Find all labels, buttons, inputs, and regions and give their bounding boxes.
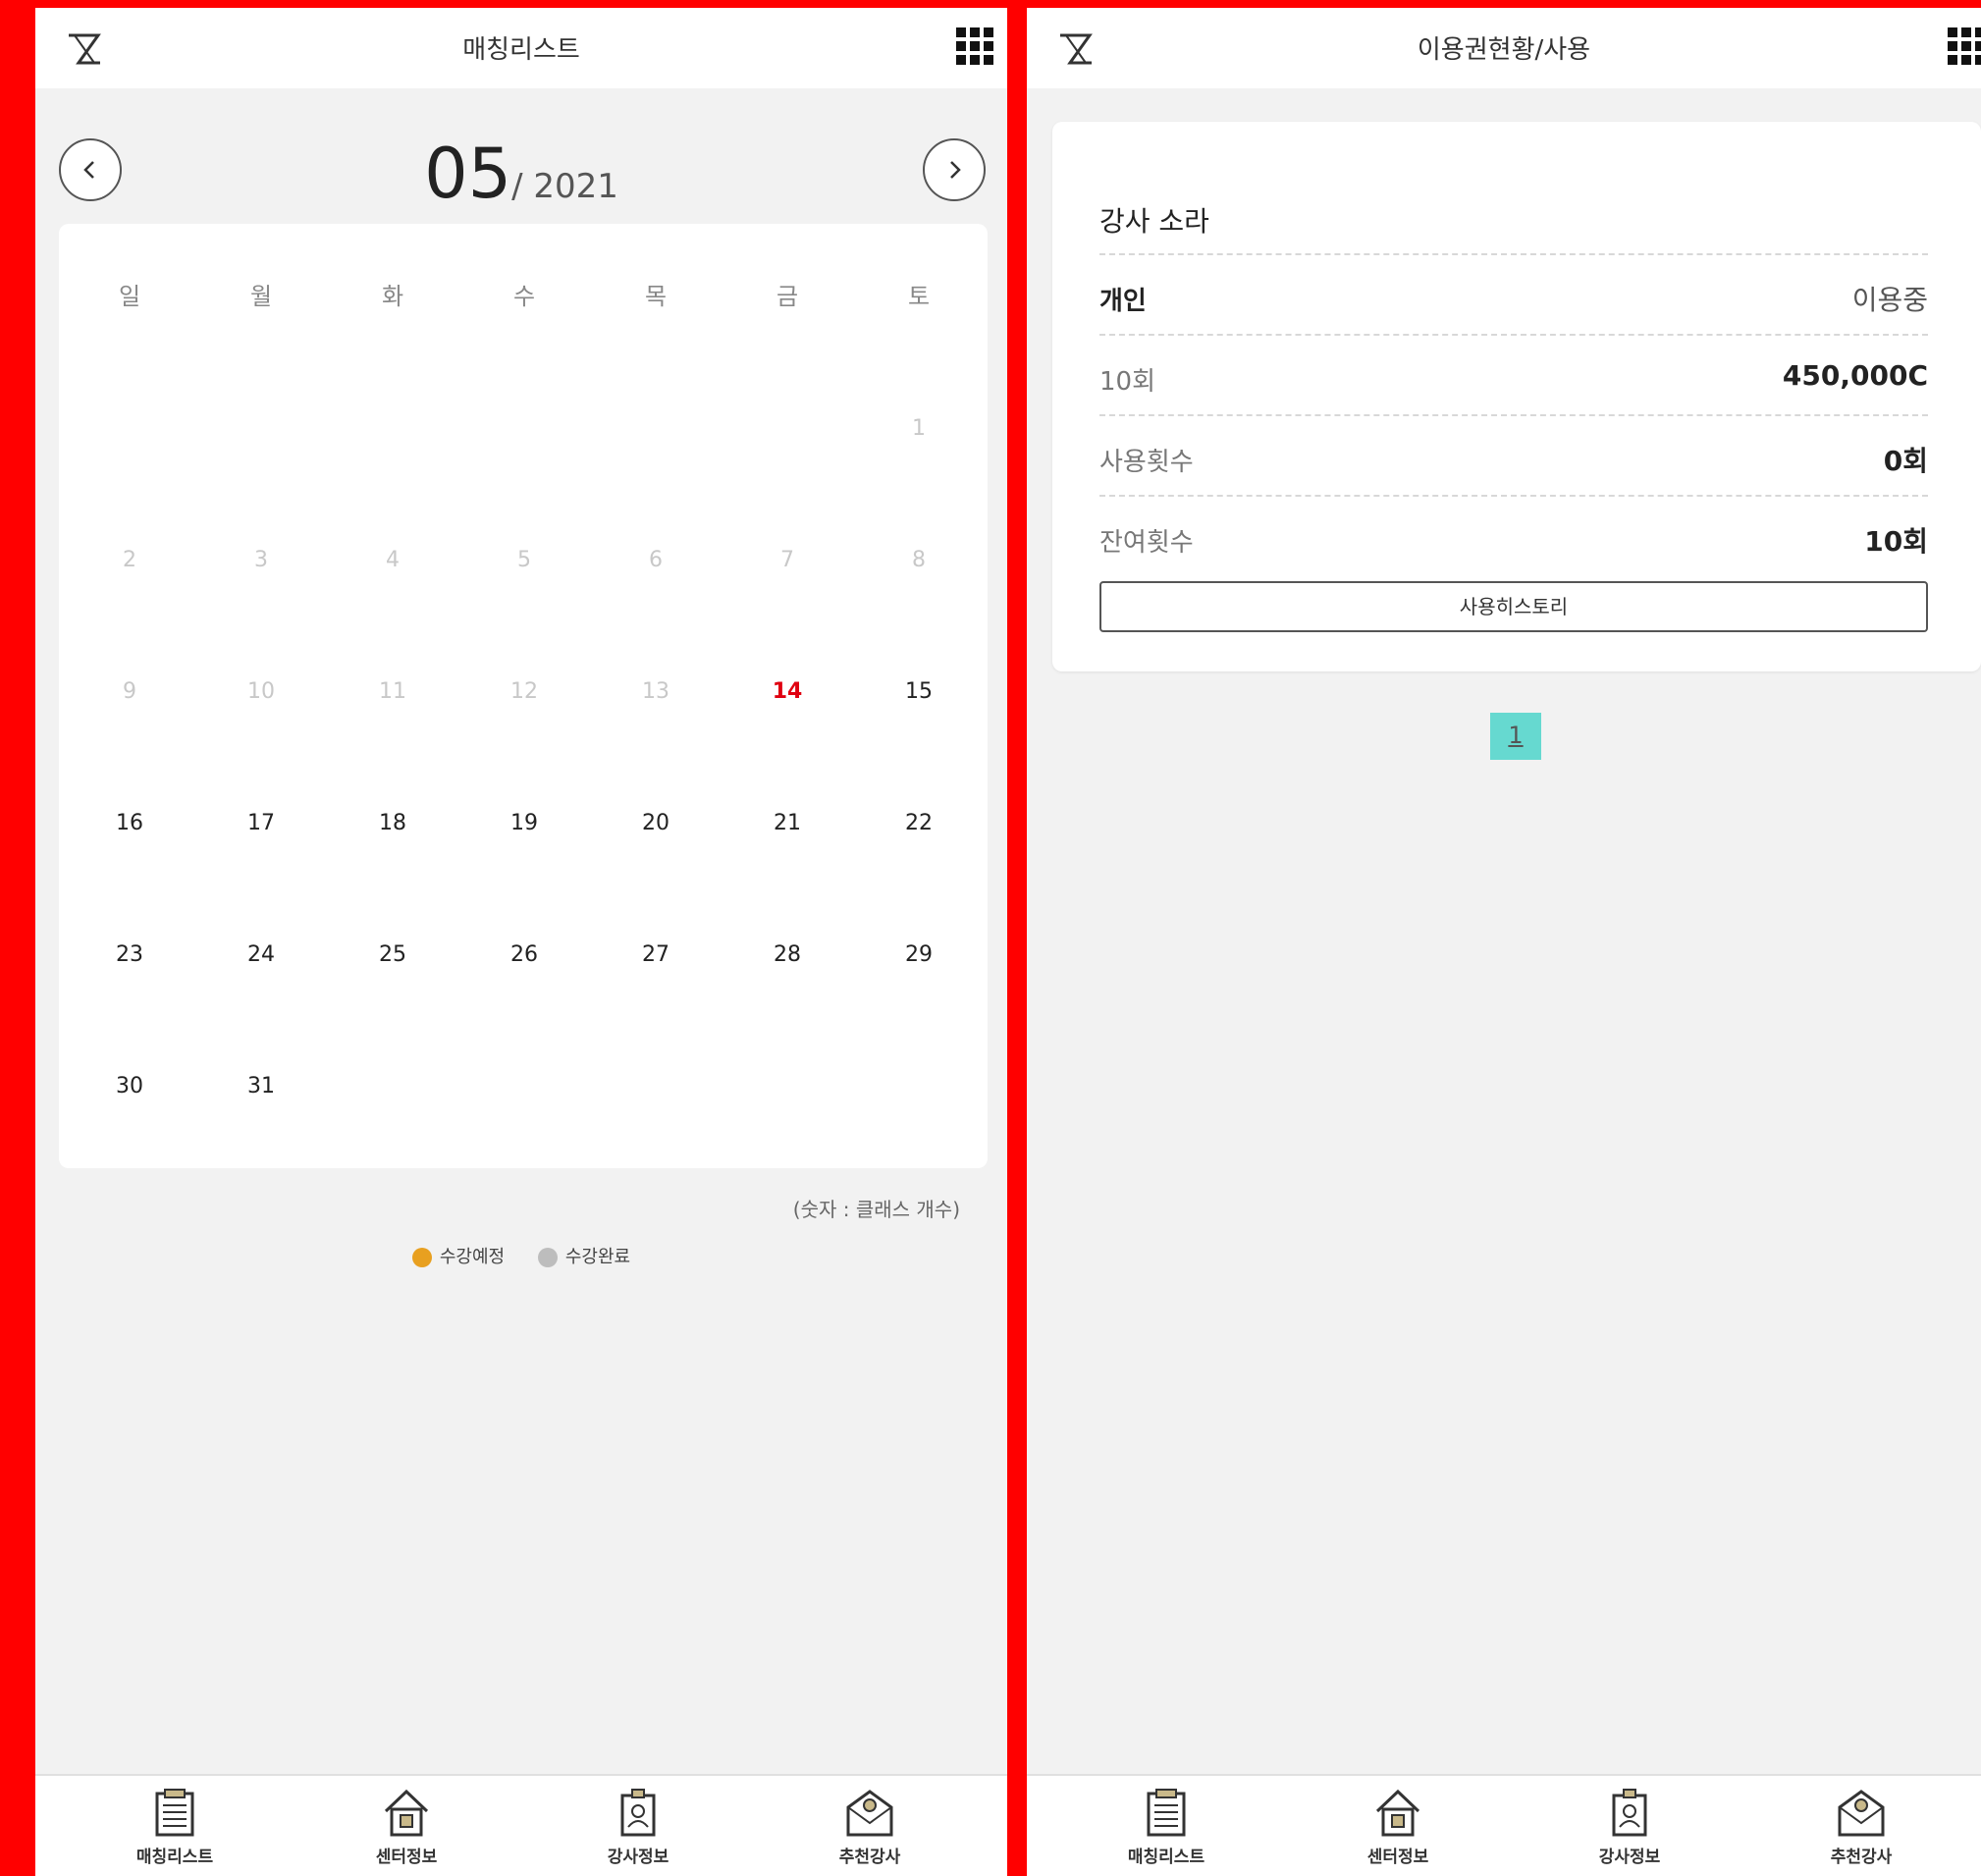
calendar-day[interactable]: 28 xyxy=(722,942,853,967)
pagination-page-1[interactable]: 1 xyxy=(1490,713,1541,760)
voucher-state: 이용중 xyxy=(1851,284,1928,316)
weekday-label: 월 xyxy=(249,283,273,310)
weekday-label: 금 xyxy=(776,283,799,310)
page-title: 매칭리스트 xyxy=(462,35,580,65)
completed-dot-icon xyxy=(537,1248,558,1267)
nav-instructor-info[interactable]: 강사정보 xyxy=(1551,1788,1708,1867)
weekday-header: 일월화수목금토 xyxy=(59,277,988,316)
clipboard-icon xyxy=(1147,1789,1186,1837)
voucher-type: 개인 xyxy=(1099,287,1147,316)
id-badge-icon xyxy=(620,1789,656,1837)
calendar-week: 16 17 18 19 20 21 22 xyxy=(59,811,988,850)
header: 매칭리스트 xyxy=(35,8,1007,88)
month-label: 05 xyxy=(424,134,512,214)
nav-matching-list[interactable]: 매칭리스트 xyxy=(96,1788,253,1867)
calendar-week: 9 10 11 12 13 14 15 xyxy=(59,679,988,719)
calendar-day[interactable]: 3 xyxy=(195,548,327,572)
year-label: / 2021 xyxy=(511,167,618,206)
instructor-name: 강사 소라 xyxy=(1099,205,1209,238)
nav-recommended-instructor[interactable]: 추천강사 xyxy=(1783,1788,1940,1867)
calendar-day[interactable]: 1 xyxy=(853,416,985,441)
calendar-day[interactable]: 5 xyxy=(458,548,590,572)
calendar-day[interactable]: 20 xyxy=(590,811,722,835)
clipboard-icon xyxy=(155,1789,194,1837)
calendar-day[interactable]: 9 xyxy=(64,679,195,704)
next-month-button[interactable] xyxy=(923,138,986,201)
calendar-day[interactable]: 17 xyxy=(195,811,327,835)
calendar-day[interactable]: 22 xyxy=(853,811,985,835)
weekday-label: 토 xyxy=(907,283,931,310)
calendar-day[interactable]: 7 xyxy=(722,548,853,572)
remaining-count-row: 잔여횟수 10회 xyxy=(1099,495,1928,575)
calendar-week: 30 31 xyxy=(59,1074,988,1113)
house-icon xyxy=(1375,1789,1420,1837)
nav-center-info[interactable]: 센터정보 xyxy=(328,1788,485,1867)
envelope-icon xyxy=(846,1790,893,1837)
calendar-day[interactable]: 15 xyxy=(853,679,985,704)
calendar-day[interactable]: 10 xyxy=(195,679,327,704)
calendar-day[interactable]: 2 xyxy=(64,548,195,572)
legend-item-completed: 수강완료 xyxy=(537,1243,630,1268)
calendar-day[interactable]: 18 xyxy=(327,811,458,835)
calendar-grid: 일 월 화 수 목 금 토 1 2 3 4 5 6 7 8 9 10 11 12 13 14 15 16 17 18 19 20 21… xyxy=(59,224,988,1168)
used-count-row: 사용횟수 0회 xyxy=(1099,414,1928,495)
calendar-day[interactable]: 21 xyxy=(722,811,853,835)
calendar-week: 1 xyxy=(59,416,988,456)
weekday-label: 목 xyxy=(644,283,668,310)
nav-matching-list[interactable]: 매칭리스트 xyxy=(1088,1788,1245,1867)
matching-list-screen: 매칭리스트 05/ 2021 일 월 화 수 목 금 토 1 2 3 4 5 6 7 8 9 10 11 12 13 1… xyxy=(35,8,1007,1876)
voucher-type-row: 개인 이용중 xyxy=(1099,253,1928,334)
nav-instructor-info[interactable]: 강사정보 xyxy=(560,1788,717,1867)
calendar-day[interactable]: 12 xyxy=(458,679,590,704)
menu-grid-icon[interactable] xyxy=(956,27,995,67)
used-count-value: 0회 xyxy=(1883,445,1928,477)
scheduled-dot-icon xyxy=(411,1248,432,1267)
usage-history-button[interactable]: 사용히스토리 xyxy=(1099,581,1928,632)
id-badge-icon xyxy=(1612,1789,1647,1837)
legend-item-scheduled: 수강예정 xyxy=(411,1243,505,1268)
calendar-day[interactable]: 26 xyxy=(458,942,590,967)
month-year: 05/ 2021 xyxy=(35,134,1007,214)
calendar-day[interactable]: 30 xyxy=(64,1074,195,1099)
bottom-nav: 매칭리스트 센터정보 강사정보 추천강사 xyxy=(35,1774,1007,1876)
voucher-status-screen: 이용권현황/사용 강사 소라 개인 이용중 10회 450,000C 사용횟수 … xyxy=(1027,8,1981,1876)
weekday-label: 화 xyxy=(381,283,404,310)
voucher-count-row: 10회 450,000C xyxy=(1099,334,1928,414)
calendar-day[interactable]: 29 xyxy=(853,942,985,967)
calendar-week: 23 24 25 26 27 28 29 xyxy=(59,942,988,982)
nav-recommended-instructor[interactable]: 추천강사 xyxy=(791,1788,948,1867)
calendar-day[interactable]: 19 xyxy=(458,811,590,835)
voucher-card: 강사 소라 개인 이용중 10회 450,000C 사용횟수 0회 잔여횟수 1… xyxy=(1052,122,1981,671)
calendar-day[interactable]: 16 xyxy=(64,811,195,835)
weekday-label: 수 xyxy=(512,283,536,310)
house-icon xyxy=(384,1789,429,1837)
calendar-day[interactable]: 11 xyxy=(327,679,458,704)
bottom-nav: 매칭리스트 센터정보 강사정보 추천강사 xyxy=(1027,1774,1981,1876)
calendar-day[interactable]: 24 xyxy=(195,942,327,967)
header: 이용권현황/사용 xyxy=(1027,8,1981,88)
calendar-day[interactable]: 23 xyxy=(64,942,195,967)
calendar-day[interactable]: 27 xyxy=(590,942,722,967)
voucher-count: 10회 xyxy=(1099,367,1156,397)
envelope-icon xyxy=(1838,1790,1885,1837)
calendar-day[interactable]: 6 xyxy=(590,548,722,572)
calendar-day[interactable]: 31 xyxy=(195,1074,327,1099)
calendar-day-today[interactable]: 14 xyxy=(722,679,853,704)
menu-grid-icon[interactable] xyxy=(1948,27,1981,67)
calendar-day[interactable]: 13 xyxy=(590,679,722,704)
nav-center-info[interactable]: 센터정보 xyxy=(1319,1788,1476,1867)
voucher-price: 450,000C xyxy=(1782,359,1928,392)
weekday-label: 일 xyxy=(118,283,141,310)
remaining-count-value: 10회 xyxy=(1864,525,1928,558)
page-title: 이용권현황/사용 xyxy=(1417,35,1591,65)
calendar-day[interactable]: 25 xyxy=(327,942,458,967)
calendar-day[interactable]: 4 xyxy=(327,548,458,572)
calendar-day[interactable]: 8 xyxy=(853,548,985,572)
remaining-count-label: 잔여횟수 xyxy=(1099,528,1194,558)
legend-note: (숫자 : 클래스 개수) xyxy=(792,1198,960,1221)
used-count-label: 사용횟수 xyxy=(1099,448,1194,477)
legend: 수강예정 수강완료 xyxy=(35,1243,1007,1268)
calendar-week: 2345678 xyxy=(59,548,988,587)
chevron-right-icon xyxy=(950,161,961,179)
